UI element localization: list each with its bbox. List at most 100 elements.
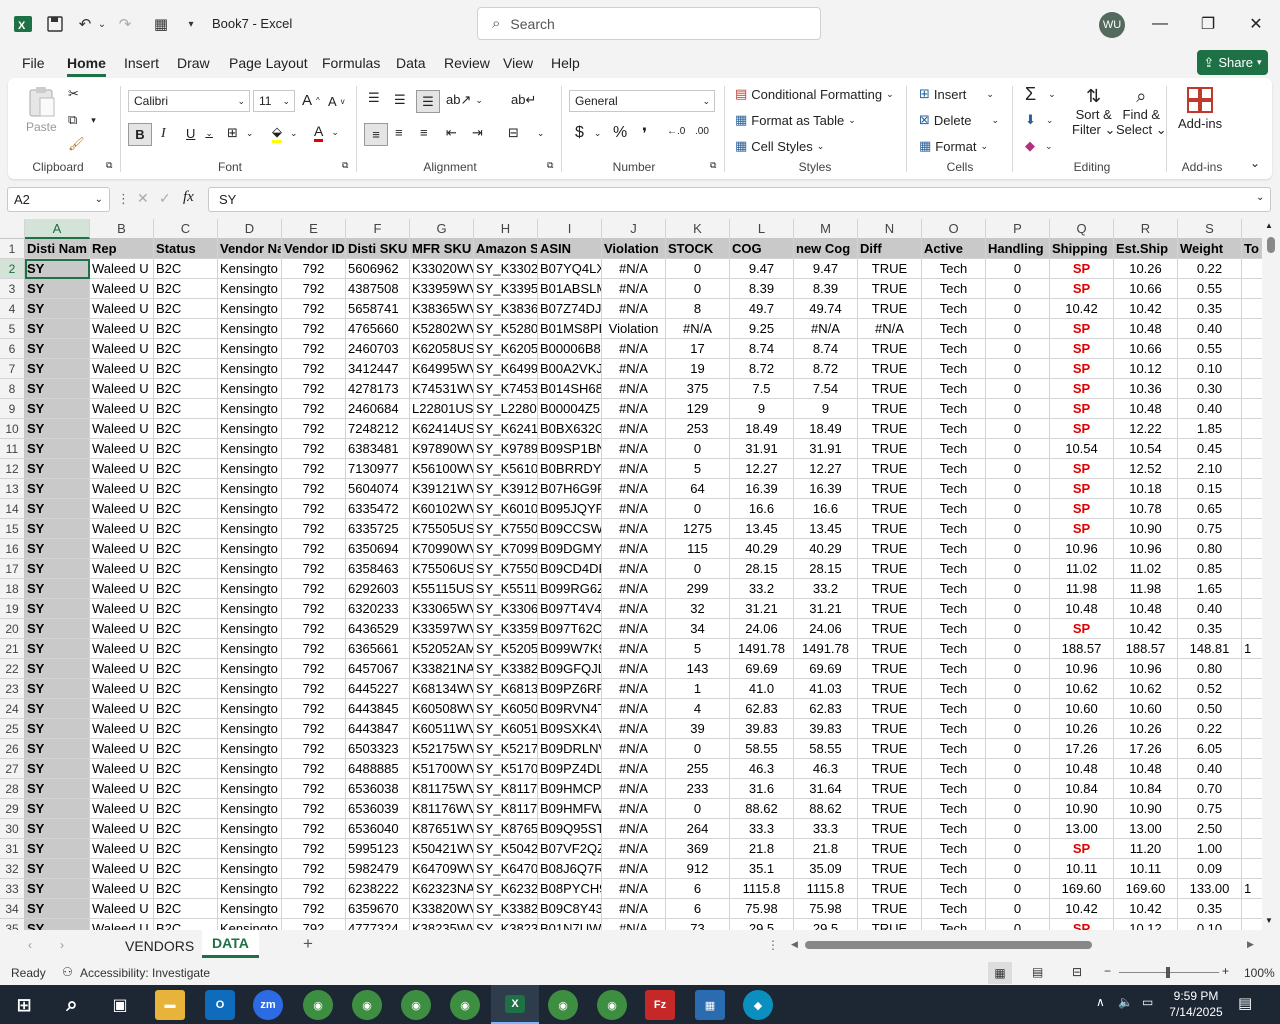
sort-filter-button[interactable]: ⇅ Sort & Filter ⌄ xyxy=(1072,86,1115,138)
grid-cell[interactable]: 792 xyxy=(282,859,346,879)
grid-cell[interactable]: #N/A xyxy=(602,259,666,279)
grid-cell[interactable]: 253 xyxy=(666,419,730,439)
grid-cell[interactable]: 62.83 xyxy=(794,699,858,719)
tab-split-handle-icon[interactable]: ⋮ xyxy=(767,938,779,952)
grid-cell[interactable]: 133.00 xyxy=(1178,879,1242,899)
grid-cell[interactable]: TRUE xyxy=(858,479,922,499)
grid-cell[interactable]: SY xyxy=(25,319,90,339)
grid-cell[interactable]: K62414US xyxy=(410,419,474,439)
grid-cell[interactable]: 792 xyxy=(282,459,346,479)
grid-cell[interactable]: 5 xyxy=(666,639,730,659)
grid-cell[interactable]: 0.45 xyxy=(1178,439,1242,459)
prev-sheet-icon[interactable]: ‹ xyxy=(28,938,32,952)
grid-cell[interactable]: #N/A xyxy=(858,319,922,339)
header-cell[interactable]: Status xyxy=(154,239,218,259)
grid-cell[interactable]: K33597WV xyxy=(410,619,474,639)
grid-cell[interactable]: 58.55 xyxy=(730,739,794,759)
grid-cell[interactable] xyxy=(1242,759,1262,779)
grid-cell[interactable]: SY_K33020 xyxy=(474,259,538,279)
tab-page-layout[interactable]: Page Layout xyxy=(229,55,308,71)
grid-cell[interactable]: 5995123 xyxy=(346,839,410,859)
grid-cell[interactable]: 10.54 xyxy=(1050,439,1114,459)
grid-cell[interactable]: Kensingto xyxy=(218,739,282,759)
grid-cell[interactable]: SY xyxy=(25,879,90,899)
grid-cell[interactable]: B07VF2QZ xyxy=(538,839,602,859)
grid-cell[interactable]: Kensingto xyxy=(218,719,282,739)
grid-cell[interactable]: SY xyxy=(25,659,90,679)
grid-cell[interactable]: 88.62 xyxy=(794,799,858,819)
grid-cell[interactable]: B2C xyxy=(154,779,218,799)
find-select-button[interactable]: ⌕ Find & Select ⌄ xyxy=(1116,86,1167,138)
grid-cell[interactable]: 0 xyxy=(986,779,1050,799)
grid-cell[interactable]: 73 xyxy=(666,919,730,930)
grid-cell[interactable]: TRUE xyxy=(858,399,922,419)
grid-cell[interactable]: SY xyxy=(25,519,90,539)
grid-cell[interactable]: TRUE xyxy=(858,899,922,919)
grid-cell[interactable]: 792 xyxy=(282,779,346,799)
grid-cell[interactable]: 10.48 xyxy=(1114,759,1178,779)
grid-cell[interactable]: Tech xyxy=(922,799,986,819)
grid-cell[interactable]: 17.26 xyxy=(1114,739,1178,759)
column-header[interactable]: D xyxy=(218,219,282,239)
grid-cell[interactable]: 10.48 xyxy=(1050,759,1114,779)
grid-cell[interactable]: SY xyxy=(25,379,90,399)
zoom-app-icon[interactable]: zm xyxy=(253,990,283,1020)
grid-cell[interactable]: 0 xyxy=(666,439,730,459)
fill-color-icon[interactable]: ⬙ ⌄ xyxy=(272,124,298,143)
grid-cell[interactable]: 0.30 xyxy=(1178,379,1242,399)
grid-cell[interactable]: 4278173 xyxy=(346,379,410,399)
alignment-launcher-icon[interactable]: ⧉ xyxy=(547,160,553,171)
chrome-profile-icon[interactable]: ◉ xyxy=(450,990,480,1020)
outlook-icon[interactable]: O xyxy=(205,990,235,1020)
grid-cell[interactable]: B099W7K9 xyxy=(538,639,602,659)
format-painter-icon[interactable]: 🖌 xyxy=(68,136,85,152)
grid-cell[interactable]: Kensingto xyxy=(218,599,282,619)
grid-cell[interactable]: 4387508 xyxy=(346,279,410,299)
grid-cell[interactable]: Waleed U xyxy=(90,739,154,759)
decrease-indent-icon[interactable]: ⇤ xyxy=(446,125,457,141)
grid-cell[interactable]: 10.42 xyxy=(1114,299,1178,319)
grid-cell[interactable]: 1.00 xyxy=(1178,839,1242,859)
grid-cell[interactable]: Waleed U xyxy=(90,459,154,479)
grid-cell[interactable]: Tech xyxy=(922,519,986,539)
grid-cell[interactable]: 188.57 xyxy=(1050,639,1114,659)
grid-cell[interactable]: 0.75 xyxy=(1178,799,1242,819)
filezilla-icon[interactable]: Fz xyxy=(645,990,675,1020)
more-options-icon[interactable]: ⋮ xyxy=(117,191,130,207)
grid-cell[interactable]: 6350694 xyxy=(346,539,410,559)
align-left-icon[interactable]: ≡ xyxy=(364,123,388,146)
grid-cell[interactable]: Waleed U xyxy=(90,779,154,799)
clock[interactable]: 9:59 PM 7/14/2025 xyxy=(1166,988,1226,1020)
grid-cell[interactable]: 32 xyxy=(666,599,730,619)
grid-cell[interactable]: Waleed U xyxy=(90,379,154,399)
header-cell[interactable]: To xyxy=(1242,239,1262,259)
column-header[interactable]: L xyxy=(730,219,794,239)
collapse-ribbon-icon[interactable]: ⌄ xyxy=(1250,156,1260,170)
grid-cell[interactable]: TRUE xyxy=(858,719,922,739)
grid-cell[interactable]: 0 xyxy=(986,339,1050,359)
grid-cell[interactable]: TRUE xyxy=(858,599,922,619)
grid-cell[interactable]: 0 xyxy=(666,259,730,279)
cancel-entry-icon[interactable]: ✕ xyxy=(137,190,149,207)
grid-cell[interactable]: K52175WV xyxy=(410,739,474,759)
grid-cell[interactable]: K81176WV xyxy=(410,799,474,819)
grid-cell[interactable]: 4765660 xyxy=(346,319,410,339)
grid-cell[interactable]: SY xyxy=(25,719,90,739)
grid-cell[interactable]: 2460703 xyxy=(346,339,410,359)
grid-cell[interactable]: Waleed U xyxy=(90,819,154,839)
row-header[interactable]: 14 xyxy=(0,499,25,519)
grid-cell[interactable]: SY xyxy=(25,619,90,639)
grid-cell[interactable]: B08PYCH9 xyxy=(538,879,602,899)
grid-cell[interactable]: K60508WV xyxy=(410,699,474,719)
grid-cell[interactable]: 18.49 xyxy=(794,419,858,439)
grid-cell[interactable]: Tech xyxy=(922,779,986,799)
grid-cell[interactable]: 792 xyxy=(282,719,346,739)
grid-cell[interactable]: B09CD4DF xyxy=(538,559,602,579)
next-sheet-icon[interactable]: › xyxy=(60,938,64,952)
row-header[interactable]: 19 xyxy=(0,599,25,619)
cell-styles-button[interactable]: ▦ Cell Styles ⌄ xyxy=(735,138,824,154)
grid-cell[interactable]: 10.84 xyxy=(1050,779,1114,799)
grid-cell[interactable]: 28.15 xyxy=(730,559,794,579)
grid-cell[interactable]: Kensingto xyxy=(218,339,282,359)
header-cell[interactable]: STOCK xyxy=(666,239,730,259)
